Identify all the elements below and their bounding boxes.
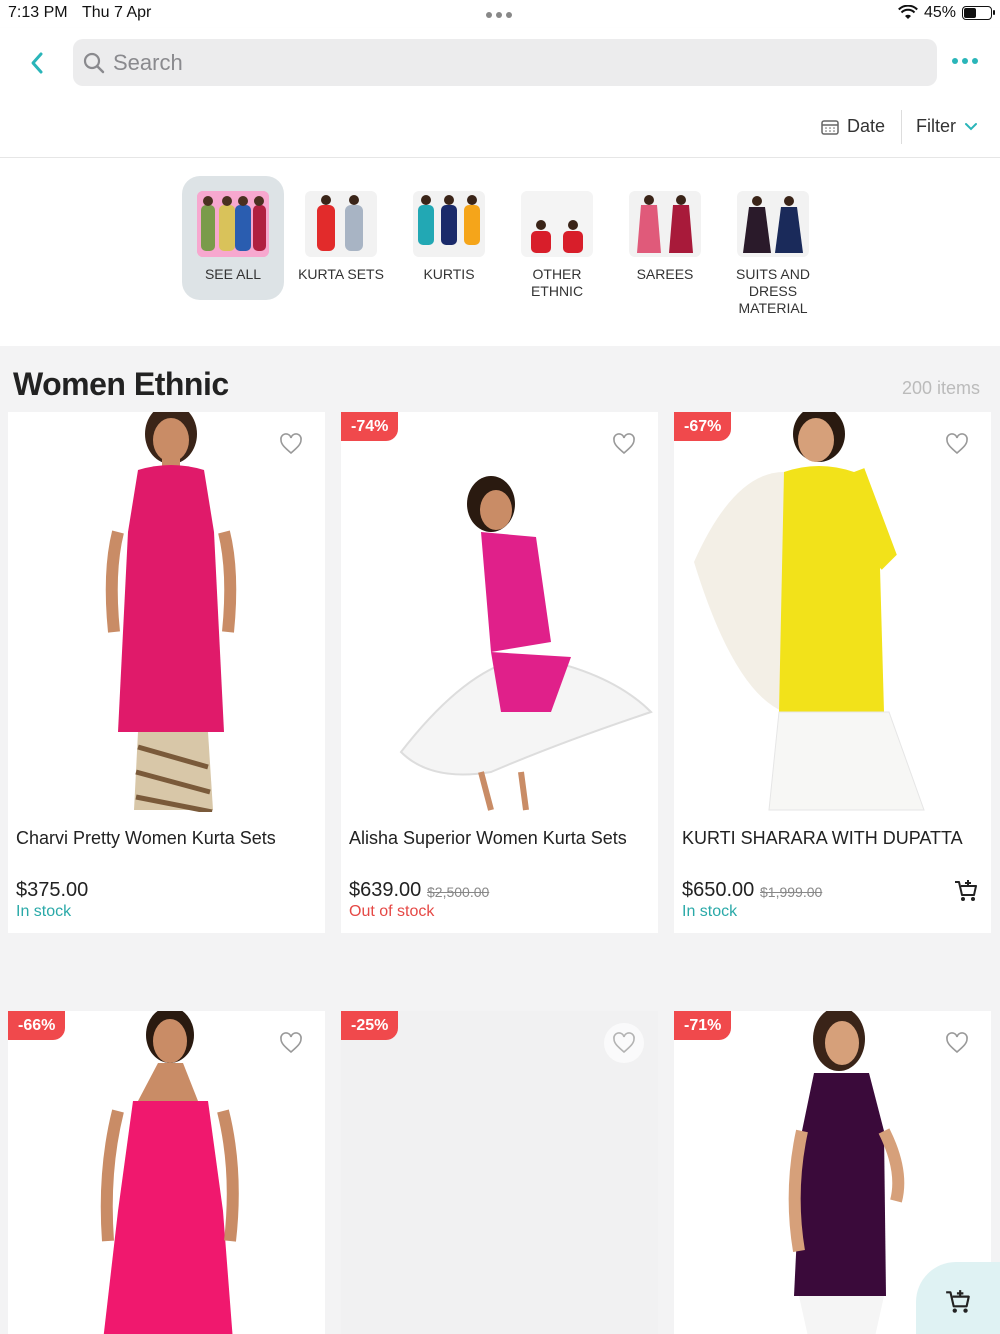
category-label: SEE ALL: [204, 266, 262, 282]
search-bar[interactable]: [73, 39, 937, 86]
category-strip: SEE ALL KURTA SETS KURTIS OTHER ETHNIC S…: [0, 158, 1000, 346]
category-kurtis[interactable]: KURTIS: [398, 176, 500, 300]
toolbar-divider: [901, 110, 902, 144]
discount-badge: -67%: [674, 412, 732, 441]
add-to-cart-icon[interactable]: [953, 878, 979, 904]
product-image: [674, 412, 991, 812]
category-thumbnail: [629, 191, 701, 257]
status-bar: 7:13 PM Thu 7 Apr 45%: [0, 0, 1000, 28]
discount-badge: -71%: [674, 1011, 732, 1040]
heart-icon[interactable]: [612, 432, 636, 456]
stock-status: In stock: [682, 903, 738, 920]
heart-button[interactable]: [604, 1023, 644, 1063]
multitask-dots-icon[interactable]: [486, 12, 512, 18]
filter-label: Filter: [916, 116, 956, 136]
status-time: 7:13 PM: [8, 4, 68, 21]
status-date: Thu 7 Apr: [82, 4, 152, 21]
product-price: $650.00: [682, 879, 755, 901]
chevron-left-icon: [31, 52, 43, 74]
discount-badge: -25%: [341, 1011, 399, 1040]
product-title: KURTI SHARARA WITH DUPATTA: [682, 828, 963, 848]
top-bar: Date Filter: [0, 28, 1000, 158]
back-button[interactable]: [22, 48, 52, 78]
category-label: SAREES: [636, 266, 694, 282]
product-card[interactable]: -66%: [8, 1011, 325, 1334]
product-image-placeholder: [341, 1011, 658, 1334]
product-price: $639.00: [349, 879, 422, 901]
category-see-all[interactable]: SEE ALL: [182, 176, 284, 300]
category-other-ethnic[interactable]: OTHER ETHNIC: [506, 176, 608, 300]
product-card[interactable]: -74% Alisha Superior Women Kurta Sets $6…: [341, 412, 658, 933]
heart-icon[interactable]: [279, 1031, 303, 1055]
calendar-icon: [821, 119, 839, 135]
items-count: 200 items: [901, 378, 980, 398]
search-icon: [83, 52, 105, 73]
category-thumbnail: [521, 191, 593, 257]
product-image: [341, 412, 658, 812]
filter-button[interactable]: Filter: [916, 116, 978, 137]
product-title: Alisha Superior Women Kurta Sets: [349, 828, 627, 848]
heart-icon[interactable]: [945, 1031, 969, 1055]
floating-cart-button[interactable]: [916, 1262, 1000, 1334]
category-thumbnail: [197, 191, 269, 257]
wifi-icon: [898, 5, 918, 19]
category-sarees[interactable]: SAREES: [614, 176, 716, 300]
category-suits-dress-material[interactable]: SUITS AND DRESS MATERIAL: [722, 176, 824, 316]
stock-status: In stock: [16, 903, 72, 920]
discount-badge: -74%: [341, 412, 399, 441]
product-card[interactable]: -25%: [341, 1011, 658, 1334]
category-label: KURTIS: [423, 266, 475, 282]
category-label: SUITS AND DRESS MATERIAL: [736, 266, 810, 316]
product-image: [8, 1011, 325, 1334]
product-title: Charvi Pretty Women Kurta Sets: [16, 828, 276, 848]
category-kurta-sets[interactable]: KURTA SETS: [290, 176, 392, 300]
battery-icon: [962, 6, 995, 20]
category-label: KURTA SETS: [298, 266, 384, 282]
category-label: OTHER ETHNIC: [530, 266, 584, 299]
section-title: Women Ethnic: [13, 366, 229, 402]
product-image: [8, 412, 325, 812]
product-price: $375.00: [16, 879, 89, 901]
heart-icon[interactable]: [945, 432, 969, 456]
search-input[interactable]: [113, 49, 893, 76]
chevron-down-icon: [965, 122, 977, 130]
stock-status: Out of stock: [349, 903, 435, 920]
heart-icon[interactable]: [279, 432, 303, 456]
category-thumbnail: [305, 191, 377, 257]
category-thumbnail: [737, 191, 809, 257]
original-price: $2,500.00: [427, 884, 490, 900]
product-card[interactable]: -67% KURTI SHARARA WITH DUPATTA $650.00 …: [674, 412, 991, 933]
heart-icon: [613, 1032, 635, 1054]
date-sort-button[interactable]: Date: [821, 116, 885, 137]
status-right: 45%: [898, 4, 995, 22]
discount-badge: -66%: [8, 1011, 66, 1040]
more-options-icon[interactable]: [952, 58, 978, 64]
original-price: $1,999.00: [760, 884, 823, 900]
date-label: Date: [846, 116, 885, 136]
product-card[interactable]: Charvi Pretty Women Kurta Sets $375.00 I…: [8, 412, 325, 933]
battery-percent: 45%: [923, 4, 956, 21]
category-thumbnail: [413, 191, 485, 257]
cart-icon: [946, 1290, 970, 1313]
